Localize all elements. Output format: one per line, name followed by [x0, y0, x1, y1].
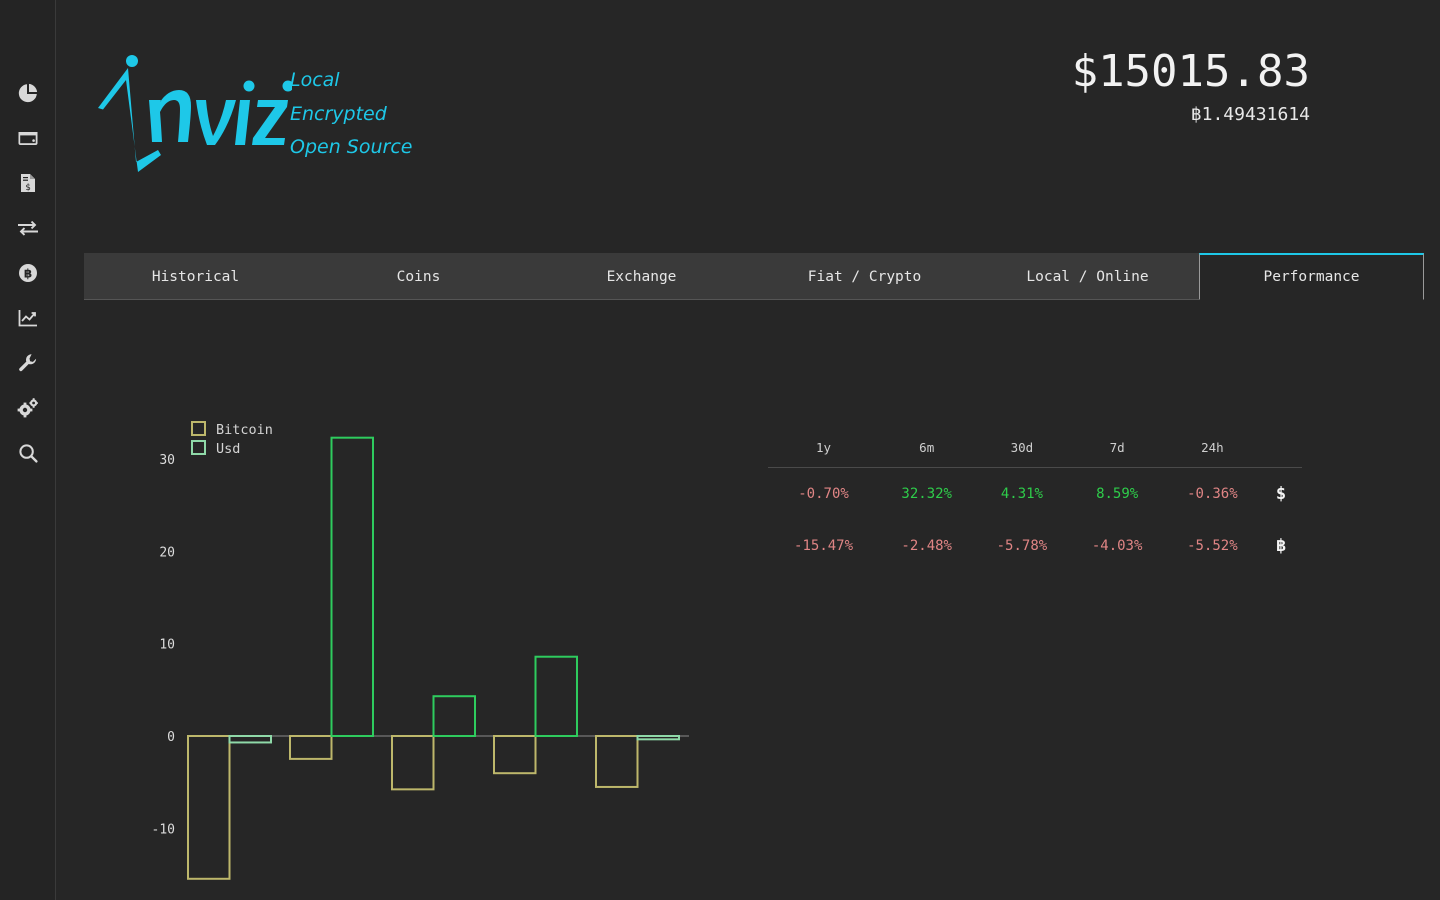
- table-row: -0.70% 32.32% 4.31% 8.59% -0.36% $: [768, 468, 1302, 521]
- tab-bar: Historical Coins Exchange Fiat / Crypto …: [84, 253, 1424, 300]
- table-header-row: 1y 6m 30d 7d 24h: [768, 434, 1302, 468]
- brand-block: Local Encrypted Open Source: [84, 38, 504, 178]
- tab-coins[interactable]: Coins: [307, 253, 530, 300]
- bitcoin-symbol: ฿: [1260, 520, 1302, 572]
- btc-30d-value: -5.78%: [974, 520, 1069, 572]
- bar-bitcoin-24h[interactable]: [596, 736, 638, 787]
- tab-label: Historical: [152, 269, 239, 285]
- bar-usd-24h[interactable]: [638, 736, 680, 739]
- y-axis-tick-label: -10: [152, 822, 175, 837]
- usd-24h-value: -0.36%: [1165, 468, 1260, 521]
- performance-table: 1y 6m 30d 7d 24h -0.70% 32.32% 4.31% 8.5…: [768, 434, 1302, 572]
- sidebar-item-tools[interactable]: [0, 340, 56, 385]
- balance-fiat-value: $15015.83: [910, 46, 1310, 98]
- col-header-6m: 6m: [879, 434, 974, 468]
- total-balance: $15015.83 ฿1.49431614: [910, 46, 1310, 126]
- pie-chart-icon: [17, 82, 39, 104]
- wallet-icon: [17, 127, 39, 149]
- bar-usd-30d[interactable]: [434, 696, 476, 736]
- tab-historical[interactable]: Historical: [84, 253, 307, 300]
- btc-6m-value: -2.48%: [879, 520, 974, 572]
- tagline-line-2: Encrypted: [290, 98, 412, 132]
- invoice-icon: $: [17, 172, 39, 194]
- bar-bitcoin-1y[interactable]: [188, 736, 230, 879]
- svg-text:$: $: [25, 183, 30, 193]
- table-row: -15.47% -2.48% -5.78% -4.03% -5.52% ฿: [768, 520, 1302, 572]
- wrench-icon: [17, 352, 39, 374]
- tab-label: Local / Online: [1026, 269, 1148, 285]
- btc-24h-value: -5.52%: [1165, 520, 1260, 572]
- tab-performance[interactable]: Performance: [1199, 253, 1424, 300]
- tab-label: Performance: [1263, 269, 1359, 285]
- y-axis-tick-label: 20: [159, 545, 175, 560]
- tab-exchange[interactable]: Exchange: [530, 253, 753, 300]
- sidebar: $ ฿: [0, 0, 56, 900]
- bar-bitcoin-30d[interactable]: [392, 736, 434, 789]
- sidebar-item-charts[interactable]: [0, 295, 56, 340]
- search-icon: [17, 442, 39, 464]
- bar-usd-7d[interactable]: [536, 657, 578, 736]
- tab-fiat-crypto[interactable]: Fiat / Crypto: [753, 253, 976, 300]
- bitcoin-circle-icon: ฿: [17, 262, 39, 284]
- col-header-24h: 24h: [1165, 434, 1260, 468]
- bar-usd-6m[interactable]: [332, 438, 374, 736]
- y-axis-tick-label: 0: [167, 730, 175, 745]
- col-header-symbol: [1260, 434, 1302, 468]
- sidebar-item-dashboard[interactable]: [0, 70, 56, 115]
- performance-bar-chart: 30 20 10 0 -10 Bitcoin Usd: [84, 400, 724, 900]
- col-header-30d: 30d: [974, 434, 1069, 468]
- btc-1y-value: -15.47%: [768, 520, 879, 572]
- sidebar-item-settings[interactable]: [0, 385, 56, 430]
- sidebar-item-wallet[interactable]: [0, 115, 56, 160]
- tagline-line-1: Local: [290, 64, 412, 98]
- tab-label: Exchange: [607, 269, 677, 285]
- usd-30d-value: 4.31%: [974, 468, 1069, 521]
- sidebar-item-transactions[interactable]: [0, 205, 56, 250]
- app-root: $ ฿: [0, 0, 1440, 900]
- tab-label: Coins: [397, 269, 441, 285]
- exchange-arrows-icon: [16, 217, 40, 239]
- balance-crypto-value: ฿1.49431614: [910, 104, 1310, 126]
- tab-label: Fiat / Crypto: [808, 269, 922, 285]
- tab-local-online[interactable]: Local / Online: [976, 253, 1199, 300]
- usd-7d-value: 8.59%: [1070, 468, 1165, 521]
- col-header-7d: 7d: [1070, 434, 1165, 468]
- legend-swatch-bitcoin[interactable]: [192, 422, 205, 435]
- bar-bitcoin-6m[interactable]: [290, 736, 332, 759]
- usd-symbol: $: [1260, 468, 1302, 521]
- sidebar-item-invoices[interactable]: $: [0, 160, 56, 205]
- invizi-logo: [92, 42, 292, 182]
- bar-usd-1y[interactable]: [230, 736, 272, 742]
- sidebar-item-search[interactable]: [0, 430, 56, 475]
- legend-label-usd: Usd: [216, 441, 240, 457]
- tagline: Local Encrypted Open Source: [290, 64, 412, 165]
- usd-1y-value: -0.70%: [768, 468, 879, 521]
- btc-7d-value: -4.03%: [1070, 520, 1165, 572]
- tagline-line-3: Open Source: [290, 131, 412, 165]
- y-axis-tick-label: 10: [159, 638, 175, 653]
- gears-icon: [16, 397, 40, 419]
- svg-text:฿: ฿: [23, 266, 31, 280]
- bar-bitcoin-7d[interactable]: [494, 736, 536, 773]
- legend-label-bitcoin: Bitcoin: [216, 422, 273, 438]
- sidebar-item-coins[interactable]: ฿: [0, 250, 56, 295]
- usd-6m-value: 32.32%: [879, 468, 974, 521]
- legend-swatch-usd[interactable]: [192, 441, 205, 454]
- col-header-1y: 1y: [768, 434, 879, 468]
- chart-line-icon: [17, 307, 39, 329]
- y-axis-tick-label: 30: [159, 453, 175, 468]
